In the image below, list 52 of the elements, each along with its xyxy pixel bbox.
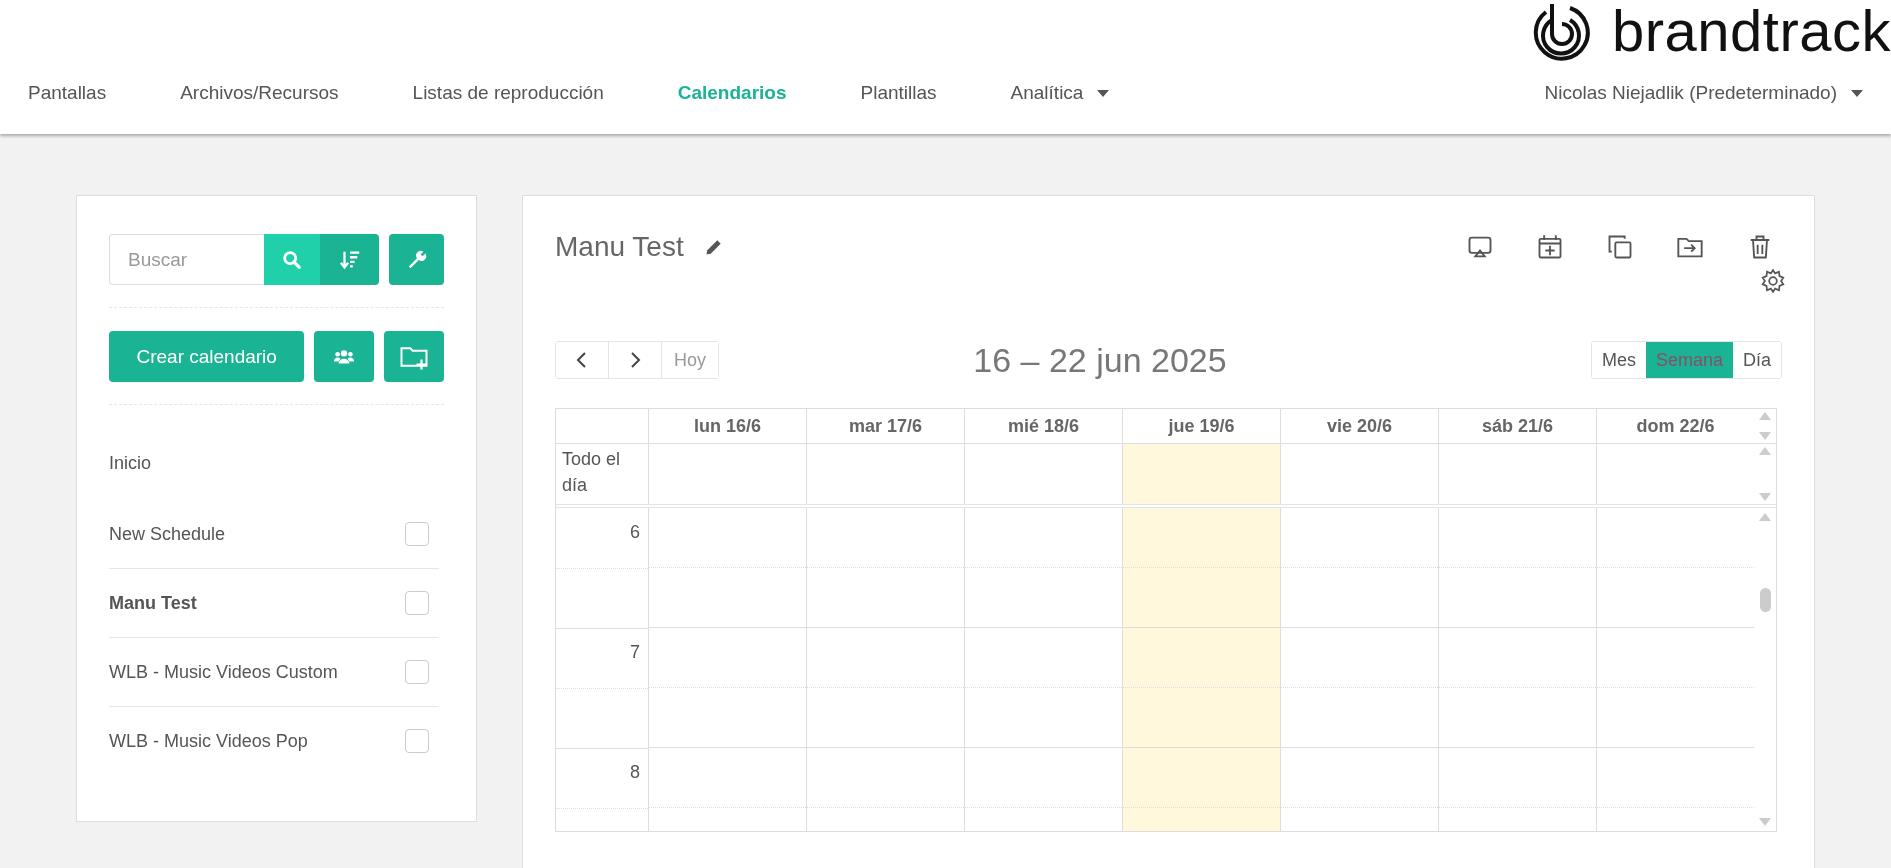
hour-label: 8	[556, 748, 648, 809]
day-header: vie 20/6	[1280, 409, 1438, 443]
copy-icon[interactable]	[1606, 233, 1634, 261]
scroll-down-icon[interactable]	[1759, 432, 1771, 440]
previous-button[interactable]	[556, 342, 609, 378]
calendar-title: Manu Test	[555, 231, 684, 263]
scroll-up-icon[interactable]	[1759, 412, 1771, 420]
calendar-list-item[interactable]: Manu Test	[109, 592, 197, 614]
day-header: jue 19/6	[1122, 409, 1280, 443]
new-folder-button[interactable]	[384, 331, 444, 382]
checkbox[interactable]	[405, 522, 429, 546]
calendar-plus-icon[interactable]	[1536, 233, 1564, 261]
nav-tab[interactable]: Analítica	[1010, 82, 1110, 104]
nav-tab[interactable]: Listas de reproducción	[412, 82, 604, 104]
scroll-down-icon[interactable]	[1759, 818, 1771, 826]
calendar-list-item[interactable]: New Schedule	[109, 523, 226, 545]
nav-tab[interactable]: Pantallas	[28, 82, 107, 104]
search-button[interactable]	[264, 234, 320, 285]
hour-label: 6	[556, 508, 648, 569]
checkbox[interactable]	[405, 591, 429, 615]
search-icon	[281, 248, 303, 271]
scrollbar-thumb[interactable]	[1760, 588, 1771, 612]
calendar-list-item[interactable]: WLB - Music Videos Custom	[109, 661, 338, 683]
calendar-list-item[interactable]: WLB - Music Videos Pop	[109, 730, 308, 752]
checkbox[interactable]	[405, 660, 429, 684]
calendar-list-item[interactable]: Inicio	[109, 452, 152, 474]
search-field[interactable]: Buscar	[109, 234, 264, 285]
hour-label: 7	[556, 628, 648, 689]
chevron-right-icon	[628, 351, 642, 369]
sort-button[interactable]	[320, 234, 379, 285]
user-menu[interactable]: Nicolas Niejadlik (Predeterminado)	[1544, 82, 1863, 104]
caret-icon	[1097, 89, 1110, 97]
all-day-label: Todo el día	[561, 448, 622, 497]
day-header: mar 17/6	[806, 409, 964, 443]
day-header: dom 22/6	[1596, 409, 1754, 443]
scroll-down-icon[interactable]	[1759, 493, 1771, 501]
settings-icon[interactable]	[1760, 268, 1786, 294]
day-header: sáb 21/6	[1438, 409, 1596, 443]
caret-icon	[1851, 89, 1863, 97]
settings-button[interactable]	[389, 234, 444, 285]
group-button[interactable]	[314, 331, 375, 382]
checkbox[interactable]	[405, 729, 429, 753]
day-header: mié 18/6	[964, 409, 1122, 443]
pencil-icon[interactable]	[703, 237, 724, 257]
scroll-up-icon[interactable]	[1759, 447, 1771, 455]
chevron-left-icon	[575, 351, 589, 369]
scroll-up-icon[interactable]	[1759, 513, 1771, 521]
nav-tab[interactable]: Archivos/Recursos	[180, 82, 339, 104]
nav-tab[interactable]: Plantillas	[860, 82, 937, 104]
brand-name: brandtrack	[1611, 2, 1891, 60]
date-range: 16 – 22 jun 2025	[973, 340, 1227, 380]
day-header: lun 16/6	[648, 409, 806, 443]
